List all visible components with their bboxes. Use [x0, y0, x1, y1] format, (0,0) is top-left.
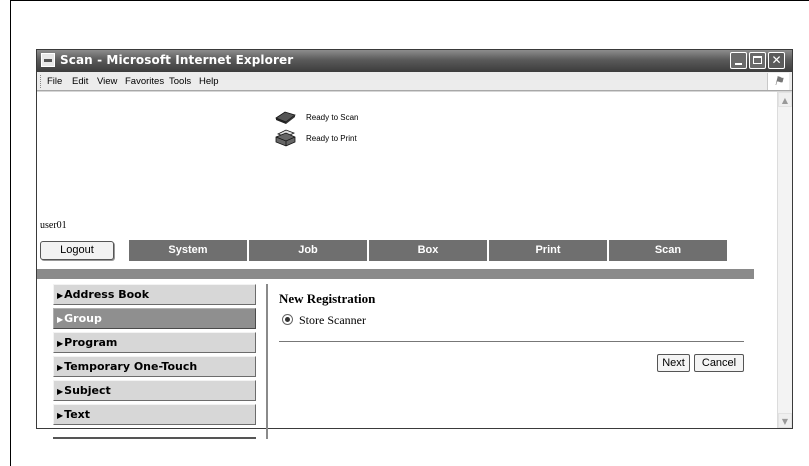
sidebar-item-label: Temporary One-Touch — [64, 360, 198, 373]
menu-favorites[interactable]: Favorites — [125, 76, 164, 87]
menu-edit[interactable]: Edit — [72, 76, 88, 87]
scanner-icon — [275, 111, 296, 124]
tab-box[interactable]: Box — [369, 240, 488, 261]
sidebar-item-subject[interactable]: ▶Subject — [53, 380, 256, 401]
content-separator — [266, 284, 268, 439]
arrow-right-icon: ▶ — [57, 387, 64, 396]
sidebar-item-group[interactable]: ▶Group — [53, 308, 256, 329]
arrow-right-icon: ▶ — [57, 339, 64, 348]
close-button[interactable]: ✕ — [768, 52, 785, 69]
title-bar[interactable]: Scan - Microsoft Internet Explorer ✕ — [37, 50, 792, 72]
username: user01 — [40, 220, 67, 231]
sidebar-menu: ▶Address Book ▶Group ▶Program ▶Temporary… — [53, 284, 256, 428]
menu-file[interactable]: File — [47, 76, 62, 87]
next-button[interactable]: Next — [657, 354, 690, 372]
window-title: Scan - Microsoft Internet Explorer — [60, 53, 294, 67]
sidebar-item-label: Program — [64, 336, 118, 349]
tab-scan[interactable]: Scan — [609, 240, 728, 261]
radio-selected-icon[interactable] — [282, 314, 293, 325]
store-scanner-label: Store Scanner — [299, 313, 366, 327]
page-viewport: Ready to Scan Ready to Print user01 Logo… — [37, 92, 777, 439]
logout-button[interactable]: Logout — [40, 241, 114, 260]
sidebar-item-address-book[interactable]: ▶Address Book — [53, 284, 256, 305]
sidebar-item-label: Subject — [64, 384, 111, 397]
ie-app-icon — [41, 53, 55, 67]
tab-print[interactable]: Print — [489, 240, 608, 261]
sidebar-item-temporary-one-touch[interactable]: ▶Temporary One-Touch — [53, 356, 256, 377]
tab-job[interactable]: Job — [249, 240, 368, 261]
browser-window: Scan - Microsoft Internet Explorer ✕ Fil… — [36, 49, 793, 439]
minimize-button[interactable] — [730, 52, 747, 69]
printer-icon — [275, 129, 296, 147]
menu-tools[interactable]: Tools — [169, 76, 191, 87]
arrow-right-icon: ▶ — [57, 291, 64, 300]
maximize-button[interactable] — [749, 52, 766, 69]
sidebar-item-text[interactable]: ▶Text — [53, 404, 256, 425]
close-icon: ✕ — [771, 53, 782, 67]
menu-help[interactable]: Help — [199, 76, 219, 87]
sidebar-item-label: Group — [64, 312, 102, 325]
main-tabs: System Job Box Print Scan — [129, 240, 729, 261]
menu-view[interactable]: View — [97, 76, 117, 87]
sidebar-item-program[interactable]: ▶Program — [53, 332, 256, 353]
minimize-icon — [735, 63, 742, 65]
print-status-label: Ready to Print — [306, 134, 357, 143]
menu-bar: File Edit View Favorites Tools Help ⚑ — [37, 72, 792, 91]
store-scanner-option[interactable]: Store Scanner — [282, 313, 366, 328]
maximize-icon — [753, 56, 762, 64]
scroll-up-icon[interactable]: ▲ — [778, 92, 792, 107]
sidebar-bottom-rule — [53, 437, 256, 439]
vertical-scrollbar[interactable]: ▲ ▼ — [777, 92, 792, 428]
tab-divider-bar — [37, 269, 754, 279]
page-title: New Registration — [279, 291, 376, 306]
windows-logo-icon: ⚑ — [767, 73, 789, 90]
sidebar-item-label: Text — [64, 408, 91, 421]
content-divider — [279, 341, 744, 342]
toolbar-grip[interactable] — [40, 75, 42, 88]
scroll-down-icon[interactable]: ▼ — [778, 413, 792, 428]
scan-status-label: Ready to Scan — [306, 113, 359, 122]
arrow-right-icon: ▶ — [57, 363, 64, 372]
tab-system[interactable]: System — [129, 240, 248, 261]
cancel-button[interactable]: Cancel — [694, 354, 744, 372]
arrow-right-icon: ▶ — [57, 411, 64, 420]
arrow-right-icon: ▶ — [57, 315, 64, 324]
sidebar-item-label: Address Book — [64, 288, 150, 301]
